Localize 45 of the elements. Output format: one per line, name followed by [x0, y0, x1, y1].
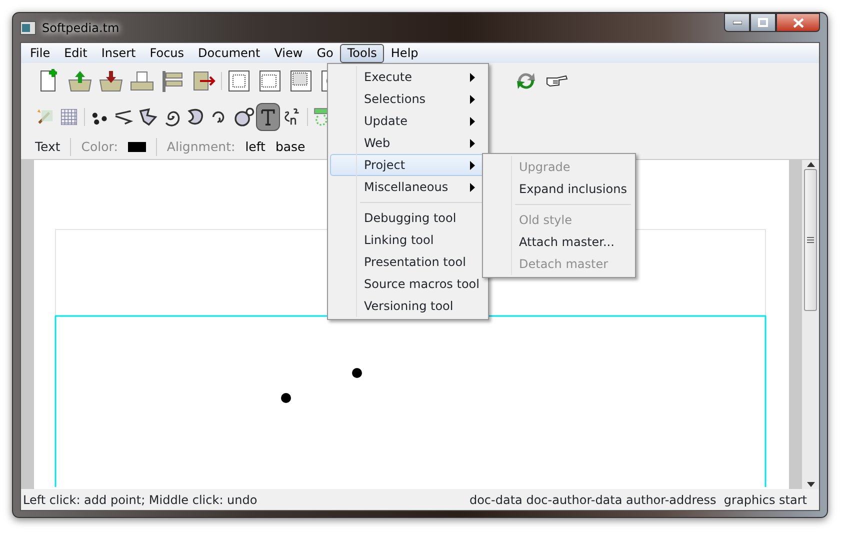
point[interactable] [352, 368, 362, 378]
menu-item[interactable]: Help [384, 44, 426, 62]
menu-item[interactable]: Selections [330, 88, 486, 110]
grip-icon [807, 237, 814, 243]
status-info: doc-data doc-author-data author-address graphics start [469, 492, 807, 508]
scrollbar-thumb[interactable] [804, 169, 817, 311]
menu-item[interactable]: Presentation tool [330, 251, 486, 273]
menu-item[interactable]: Debugging tool [330, 207, 486, 229]
alignment-option[interactable]: left [245, 138, 266, 156]
menu-item[interactable]: Focus [142, 44, 192, 62]
menu-item[interactable]: Attach master... [485, 231, 633, 253]
text-tool-icon[interactable] [256, 103, 280, 131]
menu-item[interactable]: Miscellaneous [330, 176, 486, 198]
scroll-down-icon[interactable] [806, 482, 814, 487]
scroll-up-icon[interactable] [806, 162, 814, 167]
minimize-icon [732, 20, 742, 24]
menu-item[interactable]: Go [310, 44, 340, 62]
menu-item[interactable]: Linking tool [330, 229, 486, 251]
color-swatch[interactable] [128, 142, 146, 152]
menu-item[interactable]: Versioning tool [330, 295, 486, 317]
alignment-option[interactable]: base [275, 138, 306, 156]
mode-label: Text [35, 138, 60, 156]
menu-item[interactable]: Execute [330, 66, 486, 88]
color-label: Color: [81, 138, 118, 156]
menu-item[interactable]: Expand inclusions [485, 178, 633, 200]
close-icon [792, 18, 804, 28]
maximize-button[interactable] [750, 13, 776, 32]
menu-item[interactable]: File [23, 44, 58, 62]
alignment-label: Alignment: [166, 138, 236, 156]
menu-item[interactable]: Source macros tool [330, 273, 486, 295]
menu-item[interactable]: Tools [340, 44, 384, 62]
menu-item[interactable]: Update [330, 110, 486, 132]
minimize-button[interactable] [724, 13, 750, 32]
maximize-icon [758, 18, 768, 27]
window-title: Softpedia.tm [42, 20, 120, 36]
vertical-scrollbar[interactable] [802, 160, 819, 489]
menu-item[interactable]: Document [191, 44, 268, 62]
status-message: Left click: add point; Middle click: undo [23, 492, 258, 508]
close-button[interactable] [776, 13, 820, 32]
app-icon [20, 20, 36, 34]
menu-item[interactable]: Insert [94, 44, 143, 62]
menu-item[interactable]: Web [330, 132, 486, 154]
menu-item[interactable]: View [267, 44, 310, 62]
point[interactable] [281, 393, 291, 403]
menu-item[interactable]: Edit [57, 44, 94, 62]
